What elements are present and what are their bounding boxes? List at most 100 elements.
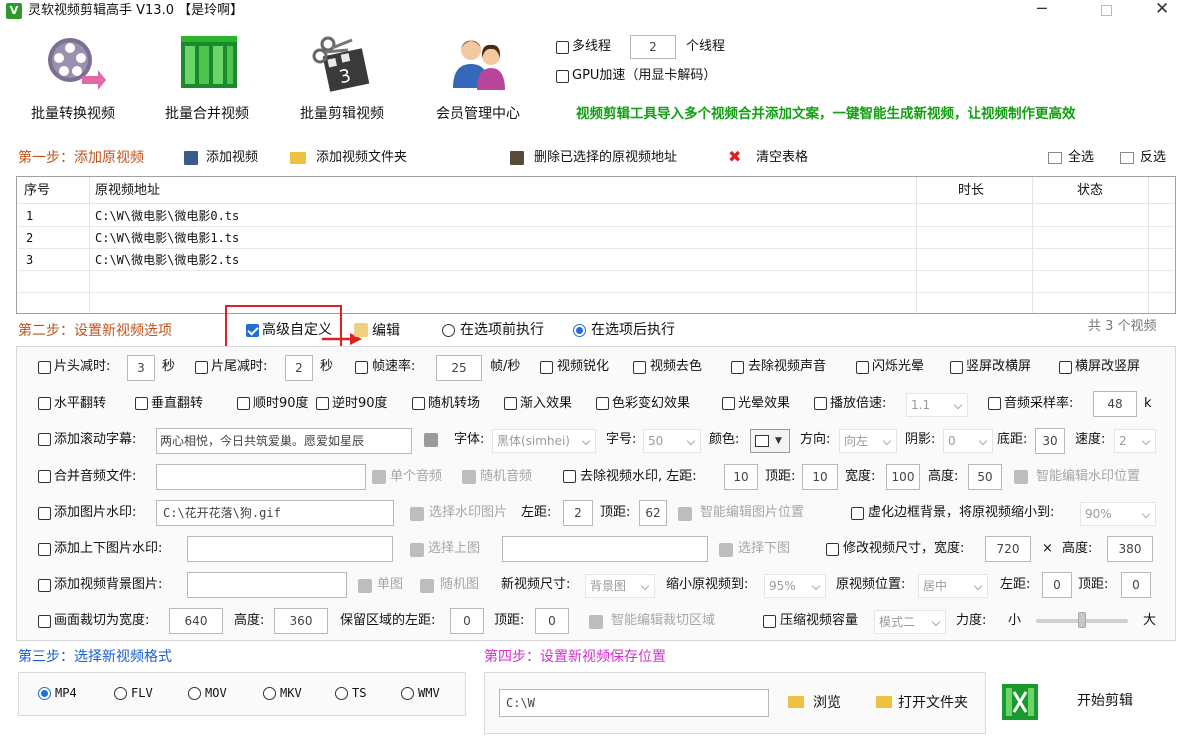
clear-table-button[interactable]: ✖ 清空表格 — [728, 148, 818, 168]
h2v-checkbox[interactable] — [1059, 361, 1072, 374]
bottom-input[interactable]: 30 — [1035, 428, 1065, 454]
down-image-input[interactable] — [502, 536, 708, 562]
choose-up-button[interactable]: 选择上图 — [428, 540, 480, 558]
speed-select[interactable]: 1.1 — [906, 393, 968, 417]
after-exec-radio[interactable] — [573, 324, 586, 337]
compress-mode-select[interactable]: 模式二 — [874, 610, 946, 634]
scroll-sub-input[interactable]: 两心相悦，今日共筑爱巢。愿爱如星辰 — [156, 428, 412, 454]
format-radio-flv[interactable] — [114, 687, 127, 700]
img-left-input[interactable]: 2 — [563, 500, 593, 526]
crop-checkbox[interactable] — [38, 615, 51, 628]
v2h-checkbox[interactable] — [950, 361, 963, 374]
single-img-button[interactable]: 单图 — [377, 576, 403, 594]
edit-button[interactable]: 编辑 — [354, 321, 409, 341]
ccw90-checkbox[interactable] — [316, 397, 329, 410]
crop-width-input[interactable]: 640 — [169, 608, 223, 634]
wm-width-input[interactable]: 100 — [886, 464, 920, 490]
color-picker[interactable]: ▼ — [750, 429, 790, 453]
color-fx-checkbox[interactable] — [596, 397, 609, 410]
sharpen-checkbox[interactable] — [540, 361, 553, 374]
bg-img-input[interactable] — [187, 572, 347, 598]
close-icon[interactable]: ✕ — [1155, 0, 1169, 18]
smart-img-button[interactable]: 智能编辑图片位置 — [700, 504, 804, 522]
remove-wm-checkbox[interactable] — [563, 470, 576, 483]
resize-width-input[interactable]: 720 — [985, 536, 1031, 562]
format-radio-ts[interactable] — [335, 687, 348, 700]
bg-top-input[interactable]: 0 — [1121, 572, 1151, 598]
choose-wm-button[interactable]: 选择水印图片 — [429, 504, 507, 522]
halo-checkbox[interactable] — [722, 397, 735, 410]
select-all-button[interactable]: 全选 — [1048, 148, 1103, 168]
gpu-checkbox[interactable] — [556, 70, 569, 83]
table-row[interactable]: 2 C:\W\微电影\微电影1.ts — [18, 227, 1174, 249]
toolbar-button-cut[interactable]: 3 批量剪辑视频 — [290, 32, 400, 127]
cw90-checkbox[interactable] — [237, 397, 250, 410]
resize-checkbox[interactable] — [826, 543, 839, 556]
format-radio-mp4[interactable] — [38, 687, 51, 700]
shrink-select[interactable]: 95% — [764, 574, 826, 598]
sample-rate-input[interactable]: 48 — [1093, 391, 1137, 417]
blur-bg-checkbox[interactable] — [851, 507, 864, 520]
toolbar-button-member[interactable]: 会员管理中心 — [425, 32, 535, 127]
shadow-select[interactable]: 0 — [943, 429, 993, 453]
toolbar-button-convert[interactable]: 批量转换视频 — [20, 32, 130, 127]
keep-top-input[interactable]: 0 — [535, 608, 569, 634]
keep-left-input[interactable]: 0 — [450, 608, 484, 634]
advanced-custom-checkbox[interactable] — [246, 324, 259, 337]
format-radio-mov[interactable] — [188, 687, 201, 700]
vflip-checkbox[interactable] — [135, 397, 148, 410]
format-radio-mkv[interactable] — [263, 687, 276, 700]
tail-cut-checkbox[interactable] — [195, 361, 208, 374]
wm-left-input[interactable]: 10 — [724, 464, 758, 490]
size-select[interactable]: 50 — [643, 429, 701, 453]
single-audio-button[interactable]: 单个音频 — [390, 468, 442, 486]
open-folder-button[interactable]: 打开文件夹 — [876, 693, 976, 713]
up-image-input[interactable] — [187, 536, 393, 562]
mute-checkbox[interactable] — [731, 361, 744, 374]
new-size-select[interactable]: 背景图 — [585, 574, 655, 598]
wm-top-input[interactable]: 10 — [802, 464, 838, 490]
browse-button[interactable]: 浏览 — [788, 693, 858, 713]
random-img-button[interactable]: 随机图 — [440, 576, 479, 594]
add-video-button[interactable]: 添加视频 — [184, 148, 274, 168]
sample-rate-checkbox[interactable] — [988, 397, 1001, 410]
minimize-icon[interactable]: ─ — [1037, 0, 1047, 18]
before-exec-radio[interactable] — [442, 324, 455, 337]
scroll-sub-checkbox[interactable] — [38, 433, 51, 446]
fps-input[interactable]: 25 — [436, 355, 482, 381]
direction-select[interactable]: 向左 — [839, 429, 897, 453]
hflip-checkbox[interactable] — [38, 397, 51, 410]
delete-selected-button[interactable]: 删除已选择的原视频地址 — [510, 148, 700, 168]
crop-height-input[interactable]: 360 — [274, 608, 328, 634]
scroll-speed-select[interactable]: 2 — [1114, 429, 1156, 453]
random-audio-button[interactable]: 随机音频 — [480, 468, 532, 486]
bg-img-checkbox[interactable] — [38, 579, 51, 592]
random-trans-checkbox[interactable] — [412, 397, 425, 410]
tail-cut-input[interactable]: 2 — [285, 355, 313, 381]
head-cut-checkbox[interactable] — [38, 361, 51, 374]
multithread-checkbox[interactable] — [556, 41, 569, 54]
table-row[interactable] — [18, 271, 1174, 293]
add-folder-button[interactable]: 添加视频文件夹 — [290, 148, 430, 168]
fade-in-checkbox[interactable] — [504, 397, 517, 410]
resize-height-input[interactable]: 380 — [1107, 536, 1153, 562]
strength-slider-thumb[interactable] — [1078, 612, 1086, 628]
format-radio-wmv[interactable] — [401, 687, 414, 700]
head-cut-input[interactable]: 3 — [127, 355, 155, 381]
bg-left-input[interactable]: 0 — [1042, 572, 1072, 598]
merge-audio-input[interactable] — [156, 464, 366, 490]
save-path-input[interactable]: C:\W — [499, 689, 769, 717]
smart-crop-button[interactable]: 智能编辑裁切区域 — [611, 612, 715, 630]
font-select[interactable]: 黑体(simhei) — [492, 429, 596, 453]
pos-select[interactable]: 居中 — [918, 574, 988, 598]
table-row[interactable]: 1 C:\W\微电影\微电影0.ts — [18, 205, 1174, 227]
speed-checkbox[interactable] — [814, 397, 827, 410]
start-button[interactable]: 开始剪辑 — [996, 676, 1176, 728]
wm-height-input[interactable]: 50 — [968, 464, 1002, 490]
fps-checkbox[interactable] — [355, 361, 368, 374]
decolor-checkbox[interactable] — [633, 361, 646, 374]
blur-select[interactable]: 90% — [1080, 502, 1156, 526]
table-row[interactable]: 3 C:\W\微电影\微电影2.ts — [18, 249, 1174, 271]
toolbar-button-merge[interactable]: 批量合并视频 — [155, 32, 265, 127]
flash-checkbox[interactable] — [856, 361, 869, 374]
